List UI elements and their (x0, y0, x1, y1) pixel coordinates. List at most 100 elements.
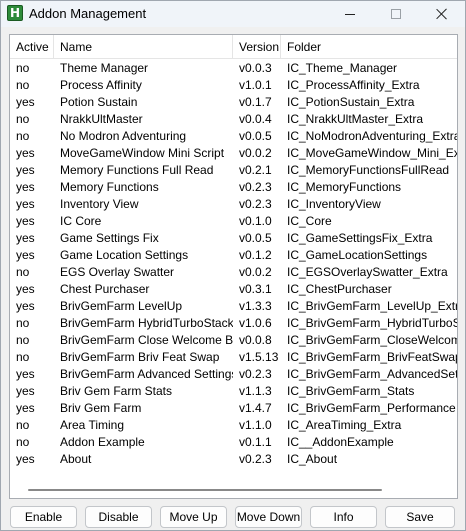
row-name-cell: Chest Purchaser (60, 282, 150, 296)
row-name-cell: Game Settings Fix (60, 231, 159, 245)
enable-button[interactable]: Enable (10, 506, 77, 528)
column-header-version[interactable]: Version (233, 35, 281, 59)
row-name-cell: Game Location Settings (60, 248, 189, 262)
disable-button[interactable]: Disable (85, 506, 152, 528)
table-row[interactable]: no Area Timing v1.1.0 IC_AreaTiming_Extra (10, 417, 457, 434)
window-title: Addon Management (29, 6, 147, 21)
table-row[interactable]: yes Potion Sustain v0.1.7 IC_PotionSustain_… (10, 94, 457, 111)
row-name-cell: NrakkUltMaster (60, 112, 143, 126)
row-active-cell: yes (16, 197, 35, 211)
row-version-cell: v1.4.7 (239, 401, 272, 415)
table-row[interactable]: yes Inventory View v0.2.3 IC_InventoryView (10, 196, 457, 213)
row-active-cell: no (16, 61, 30, 75)
row-version-cell: v1.0.6 (239, 316, 272, 330)
title-bar[interactable]: H Addon Management (1, 1, 465, 27)
row-version-cell: v0.2.1 (239, 163, 272, 177)
table-row[interactable]: yes BrivGemFarm Advanced Settings v0.2.3 IC… (10, 366, 457, 383)
addon-management-window: H Addon Management Active Name Version F… (0, 0, 466, 531)
row-version-cell: v0.2.3 (239, 197, 272, 211)
row-folder-cell: IC_MemoryFunctionsFullRead (287, 163, 450, 177)
row-active-cell: yes (16, 231, 35, 245)
row-folder-cell: IC_ProcessAffinity_Extra (287, 78, 420, 92)
table-row[interactable]: yes Game Settings Fix v0.0.5 IC_GameSetting… (10, 230, 457, 247)
row-name-cell: Area Timing (60, 418, 125, 432)
row-active-cell: yes (16, 180, 35, 194)
row-active-cell: yes (16, 248, 35, 262)
scrollbar-thumb[interactable] (28, 489, 382, 491)
table-row[interactable]: no NrakkUltMaster v0.0.4 IC_NrakkUltMaster_… (10, 111, 457, 128)
move-up-button[interactable]: Move Up (160, 506, 227, 528)
minimize-button[interactable] (327, 1, 373, 27)
table-row[interactable]: no No Modron Adventuring v0.0.5 IC_NoModron… (10, 128, 457, 145)
table-row[interactable]: yes Chest Purchaser v0.3.1 IC_ChestPurchase… (10, 281, 457, 298)
row-folder-cell: IC_MoveGameWindow_Mini_Extra (287, 146, 458, 160)
close-button[interactable] (419, 1, 465, 27)
maximize-button[interactable] (373, 1, 419, 27)
row-folder-cell: IC_About (287, 452, 338, 466)
row-version-cell: v1.5.13 (239, 350, 279, 364)
row-version-cell: v0.1.1 (239, 435, 272, 449)
row-name-cell: Memory Functions (60, 180, 159, 194)
addon-list[interactable]: Active Name Version Folder no Theme Manag… (9, 34, 458, 499)
row-folder-cell: IC_BrivGemFarm_CloseWelcomeBac (287, 333, 457, 347)
table-row[interactable]: yes Memory Functions v0.2.3 IC_MemoryFuncti… (10, 179, 457, 196)
row-active-cell: no (16, 333, 30, 347)
column-header-active[interactable]: Active (10, 35, 54, 59)
row-version-cell: v0.1.2 (239, 248, 272, 262)
table-row[interactable]: yes MoveGameWindow Mini Script v0.0.2 IC_Mo… (10, 145, 457, 162)
row-active-cell: no (16, 350, 30, 364)
row-version-cell: v0.3.1 (239, 282, 272, 296)
app-icon: H (7, 5, 23, 21)
table-row[interactable]: no BrivGemFarm Briv Feat Swap v1.5.13 IC_Br… (10, 349, 457, 366)
row-name-cell: Memory Functions Full Read (60, 163, 214, 177)
row-folder-cell: IC_GameSettingsFix_Extra (287, 231, 433, 245)
row-folder-cell: IC_Core (287, 214, 332, 228)
row-name-cell: BrivGemFarm HybridTurboStacking (60, 316, 233, 330)
row-name-cell: MoveGameWindow Mini Script (60, 146, 225, 160)
row-version-cell: v0.1.0 (239, 214, 272, 228)
row-folder-cell: IC_BrivGemFarm_Performance (287, 401, 456, 415)
horizontal-scrollbar[interactable] (10, 481, 457, 498)
row-version-cell: v0.0.5 (239, 231, 272, 245)
table-row[interactable]: no BrivGemFarm HybridTurboStacking v1.0.6 I… (10, 315, 457, 332)
row-active-cell: yes (16, 299, 35, 313)
row-name-cell: Potion Sustain (60, 95, 138, 109)
table-row[interactable]: yes Briv Gem Farm Stats v1.1.3 IC_BrivGemFa… (10, 383, 457, 400)
row-folder-cell: IC_GameLocationSettings (287, 248, 428, 262)
table-row[interactable]: yes Briv Gem Farm v1.4.7 IC_BrivGemFarm_Per… (10, 400, 457, 417)
row-name-cell: Briv Gem Farm Stats (60, 384, 173, 398)
row-folder-cell: IC_BrivGemFarm_LevelUp_Extra (287, 299, 458, 313)
row-active-cell: yes (16, 367, 35, 381)
row-name-cell: No Modron Adventuring (60, 129, 187, 143)
table-row[interactable]: no EGS Overlay Swatter v0.0.2 IC_EGSOverlay… (10, 264, 457, 281)
row-version-cell: v0.0.5 (239, 129, 272, 143)
row-active-cell: yes (16, 146, 35, 160)
table-row[interactable]: no Process Affinity v1.0.1 IC_ProcessAffini… (10, 77, 457, 94)
table-row[interactable]: no Addon Example v0.1.1 IC__AddonExample (10, 434, 457, 451)
save-button[interactable]: Save (385, 506, 455, 528)
row-name-cell: BrivGemFarm Advanced Settings (60, 367, 233, 381)
table-row[interactable]: yes IC Core v0.1.0 IC_Core (10, 213, 457, 230)
row-name-cell: IC Core (60, 214, 102, 228)
row-active-cell: no (16, 265, 30, 279)
table-row[interactable]: no Theme Manager v0.0.3 IC_Theme_Manager (10, 60, 457, 77)
column-header-folder[interactable]: Folder (281, 35, 457, 59)
list-rows: no Theme Manager v0.0.3 IC_Theme_Manager no P… (10, 60, 457, 468)
table-row[interactable]: yes About v0.2.3 IC_About (10, 451, 457, 468)
row-version-cell: v0.1.7 (239, 95, 272, 109)
info-button[interactable]: Info (310, 506, 377, 528)
table-row[interactable]: yes BrivGemFarm LevelUp v1.3.3 IC_BrivGemFa… (10, 298, 457, 315)
row-active-cell: yes (16, 452, 35, 466)
row-folder-cell: IC_InventoryView (287, 197, 381, 211)
row-version-cell: v0.0.3 (239, 61, 272, 75)
row-folder-cell: IC_ChestPurchaser (287, 282, 392, 296)
row-name-cell: BrivGemFarm LevelUp (60, 299, 183, 313)
row-folder-cell: IC_NrakkUltMaster_Extra (287, 112, 424, 126)
table-row[interactable]: yes Memory Functions Full Read v0.2.1 IC_Me… (10, 162, 457, 179)
row-name-cell: About (60, 452, 92, 466)
table-row[interactable]: no BrivGemFarm Close Welcome Back v0.0.8 IC… (10, 332, 457, 349)
row-folder-cell: IC_NoModronAdventuring_Extra (287, 129, 458, 143)
column-header-name[interactable]: Name (54, 35, 233, 59)
move-down-button[interactable]: Move Down (235, 506, 302, 528)
table-row[interactable]: yes Game Location Settings v0.1.2 IC_GameLo… (10, 247, 457, 264)
